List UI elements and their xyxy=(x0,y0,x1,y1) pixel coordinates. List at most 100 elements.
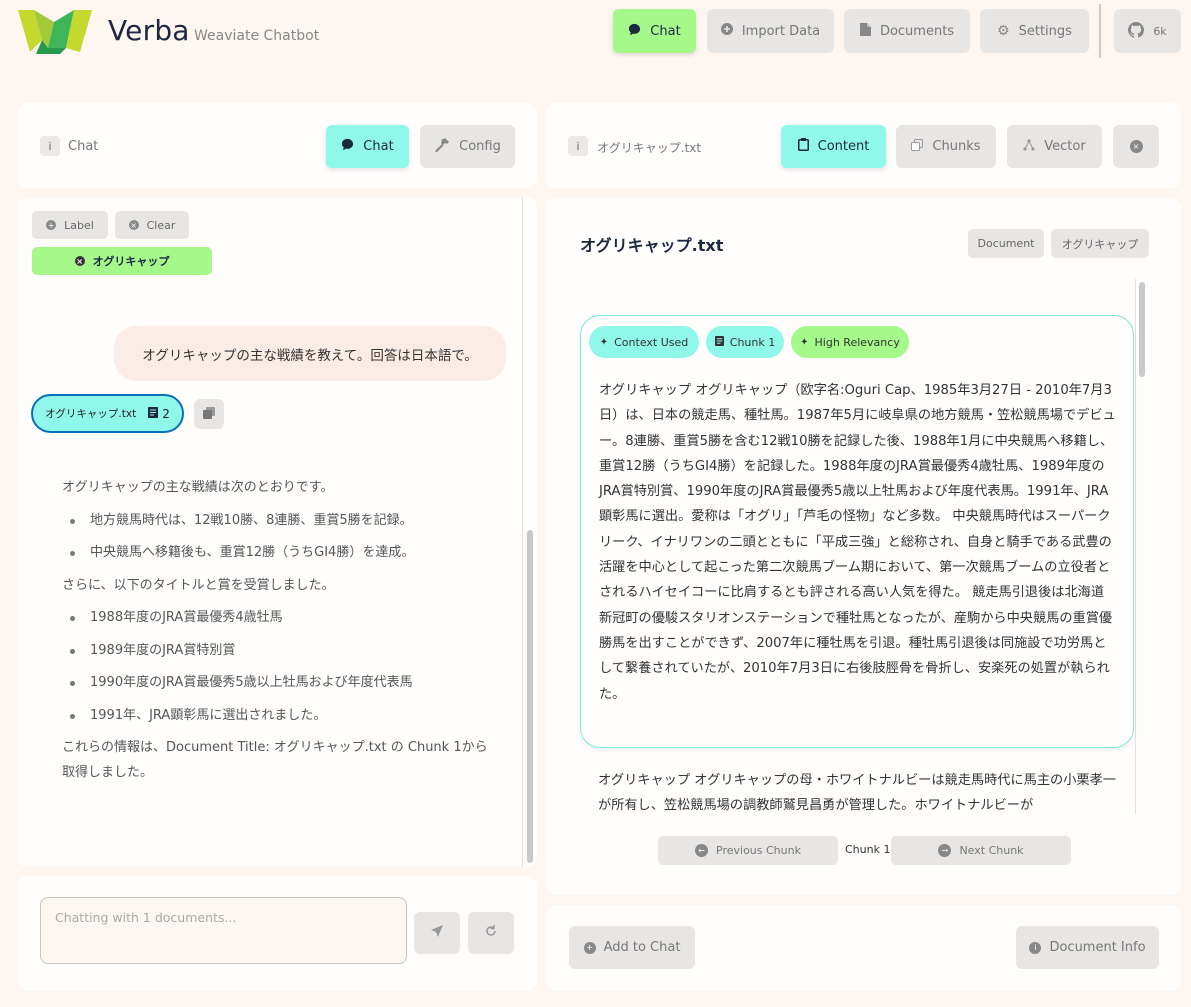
list-item: 1988年度のJRA賞最優秀4歳牡馬 xyxy=(62,606,492,631)
plus-circle-icon: + xyxy=(46,220,57,230)
answer-list-awards: 1988年度のJRA賞最優秀4歳牡馬 1989年度のJRA賞特別賞 1990年度… xyxy=(62,606,492,728)
tab-content[interactable]: Content xyxy=(781,125,886,168)
info-icon: i xyxy=(40,136,60,156)
high-relevancy-label: High Relevancy xyxy=(814,335,900,349)
answer-list-records: 地方競馬時代は、12戦10勝、8連勝、重賞5勝を記録。 中央競馬へ移籍後も、重賞… xyxy=(62,509,492,566)
previous-chunk-label: Previous Chunk xyxy=(716,844,801,857)
user-message: オグリキャップの主な戦績を教えて。回答は日本語で。 xyxy=(114,326,506,381)
assistant-answer: オグリキャップの主な戦績は次のとおりです。 地方競馬時代は、12戦10勝、8連勝… xyxy=(62,476,492,793)
chat-scrollbar[interactable] xyxy=(527,530,533,863)
sparkle-icon: ✦ xyxy=(599,336,609,348)
list-item: 1991年、JRA顕彰馬に選出されました。 xyxy=(62,704,492,729)
copy-icon xyxy=(203,406,215,422)
document-info-label: Document Info xyxy=(1049,940,1146,955)
next-chunk-label: Next Chunk xyxy=(959,844,1024,857)
previous-chunk-button[interactable]: ← Previous Chunk xyxy=(658,836,838,865)
nav-settings-button[interactable]: ⚙ Settings xyxy=(980,9,1089,53)
active-filter-chip[interactable]: × オグリキャップ xyxy=(32,247,212,275)
document-tag[interactable]: Document xyxy=(968,229,1044,258)
verba-logo xyxy=(18,8,92,54)
document-info-button[interactable]: i Document Info xyxy=(1016,926,1159,969)
refresh-icon xyxy=(485,925,497,941)
copy-button[interactable] xyxy=(194,399,224,429)
add-label-text: Label xyxy=(64,218,94,232)
nav-import-label: Import Data xyxy=(741,23,821,39)
info-circle-icon: i xyxy=(1029,941,1042,954)
chat-bubble-icon xyxy=(628,23,641,40)
github-stars-button[interactable]: 6k xyxy=(1114,9,1181,53)
app-subtitle: Weaviate Chatbot xyxy=(194,28,320,44)
chat-breadcrumb: Chat xyxy=(68,139,99,154)
tab-chunks[interactable]: Chunks xyxy=(896,125,996,168)
list-item: 1990年度のJRA賞最優秀5歳以上牡馬および年度代表馬 xyxy=(62,671,492,696)
nav-chat-button[interactable]: Chat xyxy=(613,9,696,53)
clear-filter-button[interactable]: × Clear xyxy=(115,211,189,239)
list-item: 中央競馬へ移籍後も、重賞12勝（うちGI4勝）を達成。 xyxy=(62,541,492,566)
arrow-right-icon: → xyxy=(938,844,952,857)
copy-icon xyxy=(911,138,924,155)
source-document-name: オグリキャップ.txt xyxy=(45,408,137,420)
document-title: オグリキャップ.txt xyxy=(580,236,724,255)
context-used-label: Context Used xyxy=(614,335,689,349)
github-stars-count: 6k xyxy=(1153,24,1167,38)
send-icon xyxy=(431,925,443,941)
answer-closing: これらの情報は、Document Title: オグリキャップ.txt の Ch… xyxy=(62,740,488,780)
add-to-chat-button[interactable]: + Add to Chat xyxy=(569,926,695,969)
tab-chat-label: Chat xyxy=(363,139,394,154)
chunks-icon xyxy=(148,406,159,421)
header-divider xyxy=(1099,4,1101,58)
list-item: 1989年度のJRA賞特別賞 xyxy=(62,639,492,664)
list-item: 地方競馬時代は、12戦10勝、8連勝、重賞5勝を記録。 xyxy=(62,509,492,534)
nav-import-button[interactable]: Import Data xyxy=(707,9,834,53)
document-breadcrumb: オグリキャップ.txt xyxy=(597,141,702,155)
github-icon xyxy=(1128,21,1145,41)
next-chunk-preview: オグリキャップ オグリキャップの母・ホワイトナルビーは競走馬時代に馬主の小栗孝一… xyxy=(598,773,1116,814)
nav-settings-label: Settings xyxy=(1018,23,1072,39)
send-button[interactable] xyxy=(414,912,460,954)
clipboard-icon xyxy=(797,138,809,155)
document-toolbar-panel: i オグリキャップ.txt Content Chunks Vector × xyxy=(546,103,1181,188)
chunk-card: ✦ Context Used Chunk 1 ✦ High Relevancy … xyxy=(580,315,1134,748)
chunks-icon xyxy=(714,335,724,349)
reset-button[interactable] xyxy=(468,912,514,954)
sparkle-icon: ✦ xyxy=(800,336,809,348)
active-filter-text: オグリキャップ xyxy=(92,255,170,268)
nav-documents-button[interactable]: Documents xyxy=(844,9,970,53)
tab-vector-label: Vector xyxy=(1044,139,1086,154)
chat-toolbar-panel: i Chat Chat Config xyxy=(18,103,537,188)
plus-circle-icon xyxy=(720,23,733,39)
next-chunk-button[interactable]: → Next Chunk xyxy=(891,836,1071,865)
chat-input[interactable] xyxy=(40,897,407,964)
network-icon xyxy=(1023,138,1035,155)
app-title: Verba xyxy=(108,14,190,47)
chunk-badge-label: Chunk 1 xyxy=(729,335,776,349)
plus-circle-icon: + xyxy=(583,941,596,954)
chunk-badge: Chunk 1 xyxy=(706,326,784,358)
gear-icon: ⚙ xyxy=(997,23,1010,39)
chat-bubble-icon xyxy=(341,138,354,155)
close-document-button[interactable]: × xyxy=(1113,125,1159,168)
tab-config-label: Config xyxy=(459,139,501,154)
context-used-badge: ✦ Context Used xyxy=(589,326,699,358)
nav-chat-label: Chat xyxy=(650,23,681,39)
arrow-left-icon: ← xyxy=(695,844,709,857)
tab-vector[interactable]: Vector xyxy=(1007,125,1102,168)
scroll-track-line xyxy=(522,197,523,867)
add-to-chat-label: Add to Chat xyxy=(603,940,681,955)
document-scrollbar[interactable] xyxy=(1139,282,1145,377)
close-circle-icon: × xyxy=(1129,140,1143,153)
close-circle-icon: × xyxy=(128,220,139,230)
answer-intro: オグリキャップの主な戦績は次のとおりです。 xyxy=(62,480,334,495)
source-chunk-count: 2 xyxy=(162,406,170,421)
tab-config[interactable]: Config xyxy=(420,125,515,168)
current-chunk-label: Chunk 1 xyxy=(845,843,891,856)
clear-filter-text: Clear xyxy=(146,218,176,232)
close-circle-icon: × xyxy=(74,256,85,266)
chunk-text: オグリキャップ オグリキャップ（欧字名:Oguri Cap、1985年3月27日… xyxy=(599,383,1116,702)
add-label-button[interactable]: + Label xyxy=(32,211,108,239)
tab-chunks-label: Chunks xyxy=(932,139,981,154)
document-tag[interactable]: オグリキャップ xyxy=(1051,229,1149,258)
tab-chat[interactable]: Chat xyxy=(326,125,409,168)
tab-content-label: Content xyxy=(817,139,870,154)
source-document-chip[interactable]: オグリキャップ.txt 2 xyxy=(31,394,184,433)
